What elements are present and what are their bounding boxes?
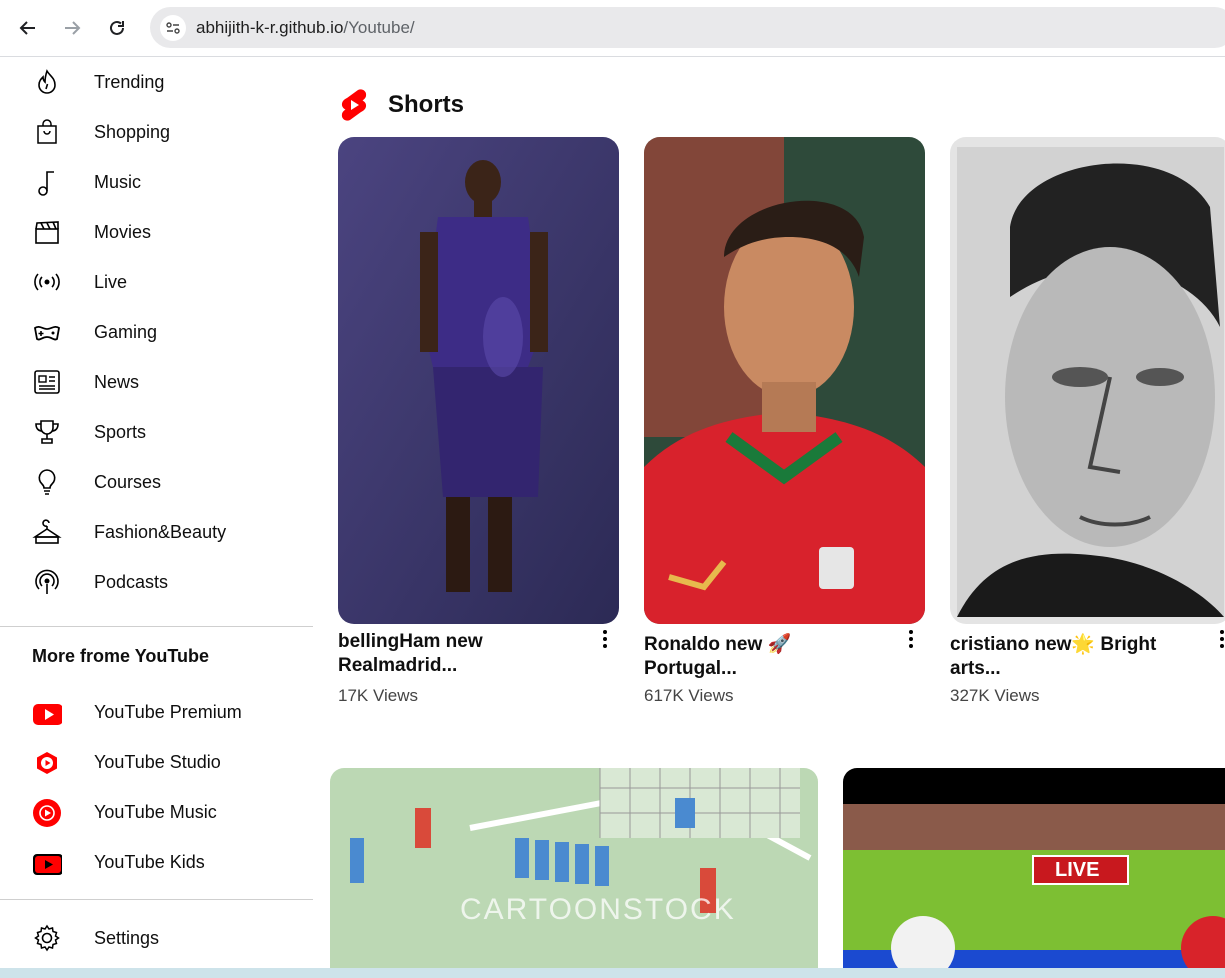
short-views: 327K Views (950, 686, 1040, 705)
short-title-line: bellingHam new (338, 631, 483, 652)
reload-button[interactable] (99, 10, 135, 46)
gamepad-icon (30, 315, 64, 349)
sidebar-divider (0, 899, 313, 900)
newspaper-icon (30, 365, 64, 399)
shorts-title: Shorts (388, 91, 465, 118)
youtube-music-icon (30, 795, 64, 829)
short-title-line: Realmadrid... (338, 655, 458, 676)
short-title-line: cristiano new🌟 Bright (950, 634, 1157, 655)
short-title-line: arts... (950, 658, 1001, 679)
sidebar-item-shopping[interactable]: Shopping (0, 107, 313, 157)
os-taskbar (0, 968, 1225, 978)
arrow-left-icon (19, 21, 35, 35)
short-thumbnail[interactable] (950, 137, 1225, 624)
sidebar-item-label: News (94, 371, 140, 392)
sidebar-item-label: YouTube Premium (94, 701, 242, 722)
sidebar-item-movies[interactable]: Movies (0, 207, 313, 257)
lightbulb-icon (30, 465, 64, 499)
sidebar: Trending Shopping Music Movies Live Gami… (0, 57, 313, 968)
youtube-studio-icon (30, 745, 64, 779)
sidebar-item-fashion[interactable]: Fashion&Beauty (0, 507, 313, 557)
sidebar-item-courses[interactable]: Courses (0, 457, 313, 507)
short-card[interactable]: bellingHam new Realmadrid... 17K Views (338, 137, 619, 706)
sidebar-item-label: YouTube Kids (94, 851, 205, 872)
live-broadcast-icon (30, 265, 64, 299)
forward-button[interactable] (54, 10, 90, 46)
sidebar-item-gaming[interactable]: Gaming (0, 307, 313, 357)
short-title[interactable]: cristiano new🌟 Bright arts... (950, 633, 1200, 681)
shorts-logo-icon (341, 89, 367, 121)
sidebar-item-label: Fashion&Beauty (94, 521, 227, 542)
sidebar-item-label: Gaming (94, 321, 158, 342)
sidebar-item-label: Courses (94, 471, 162, 492)
sidebar-item-label: YouTube Music (94, 801, 217, 822)
sidebar-item-label: Movies (94, 221, 152, 242)
sidebar-item-youtube-premium[interactable]: YouTube Premium (0, 687, 313, 737)
back-button[interactable] (10, 10, 46, 46)
short-title-line: Portugal... (644, 658, 737, 679)
gear-icon (30, 921, 64, 955)
sidebar-item-label: Shopping (94, 121, 171, 142)
podcast-icon (30, 565, 64, 599)
short-card[interactable]: Ronaldo new 🚀 Portugal... 617K Views (644, 137, 925, 706)
sidebar-item-label: Settings (94, 927, 160, 948)
live-badge: LIVE (1055, 859, 1100, 881)
short-title[interactable]: Ronaldo new 🚀 Portugal... (644, 633, 894, 681)
clapperboard-icon (30, 215, 64, 249)
sidebar-item-label: Trending (94, 71, 165, 92)
url-host: abhijith-k-r.github.io (196, 17, 344, 37)
arrow-right-icon (65, 21, 81, 35)
sidebar-item-label: Podcasts (94, 571, 169, 592)
sidebar-item-label: Live (94, 271, 128, 292)
short-thumbnail[interactable] (644, 137, 925, 624)
sidebar-item-music[interactable]: Music (0, 157, 313, 207)
more-options-icon[interactable] (601, 629, 609, 649)
video-thumbnail[interactable]: LIVE (843, 768, 1225, 968)
sidebar-item-live[interactable]: Live (0, 257, 313, 307)
short-thumbnail[interactable] (338, 137, 619, 624)
address-bar[interactable]: abhijith-k-r.github.io/Youtube/ (150, 7, 1225, 48)
short-views: 17K Views (338, 686, 419, 705)
sidebar-divider (0, 626, 313, 627)
watermark-text: CARTOONSTOCK (460, 893, 736, 926)
hanger-icon (30, 515, 64, 549)
short-views: 617K Views (644, 686, 734, 705)
shorts-header: Shorts (340, 88, 464, 122)
short-title[interactable]: bellingHam new Realmadrid... (338, 630, 588, 678)
site-info-icon[interactable] (160, 15, 186, 41)
more-options-icon[interactable] (1218, 629, 1225, 649)
sidebar-item-youtube-studio[interactable]: YouTube Studio (0, 737, 313, 787)
sidebar-item-news[interactable]: News (0, 357, 313, 407)
youtube-kids-icon (30, 845, 64, 879)
more-from-youtube-title: More frome YouTube (32, 646, 210, 666)
sidebar-item-settings[interactable]: Settings (0, 913, 313, 963)
reload-icon (110, 20, 124, 35)
youtube-premium-icon (30, 695, 64, 729)
sidebar-item-podcasts[interactable]: Podcasts (0, 557, 313, 607)
more-options-icon[interactable] (907, 629, 915, 649)
sidebar-item-label: YouTube Studio (94, 751, 221, 772)
video-thumbnail[interactable]: CARTOONSTOCK (330, 768, 818, 968)
short-title-line: Ronaldo new 🚀 (644, 634, 792, 655)
sidebar-item-youtube-music[interactable]: YouTube Music (0, 787, 313, 837)
sidebar-item-youtube-kids[interactable]: YouTube Kids (0, 837, 313, 887)
sidebar-item-sports[interactable]: Sports (0, 407, 313, 457)
short-card[interactable]: cristiano new🌟 Bright arts... 327K Views (950, 137, 1225, 706)
sidebar-item-label: Music (94, 171, 142, 192)
sidebar-item-trending[interactable]: Trending (0, 57, 313, 107)
shopping-bag-icon (30, 115, 64, 149)
music-note-icon (30, 165, 64, 199)
sidebar-item-label: Sports (94, 421, 147, 442)
trophy-icon (30, 415, 64, 449)
url-path: /Youtube/ (343, 17, 415, 37)
browser-toolbar: abhijith-k-r.github.io/Youtube/ (0, 0, 1225, 57)
trending-icon (30, 65, 64, 99)
